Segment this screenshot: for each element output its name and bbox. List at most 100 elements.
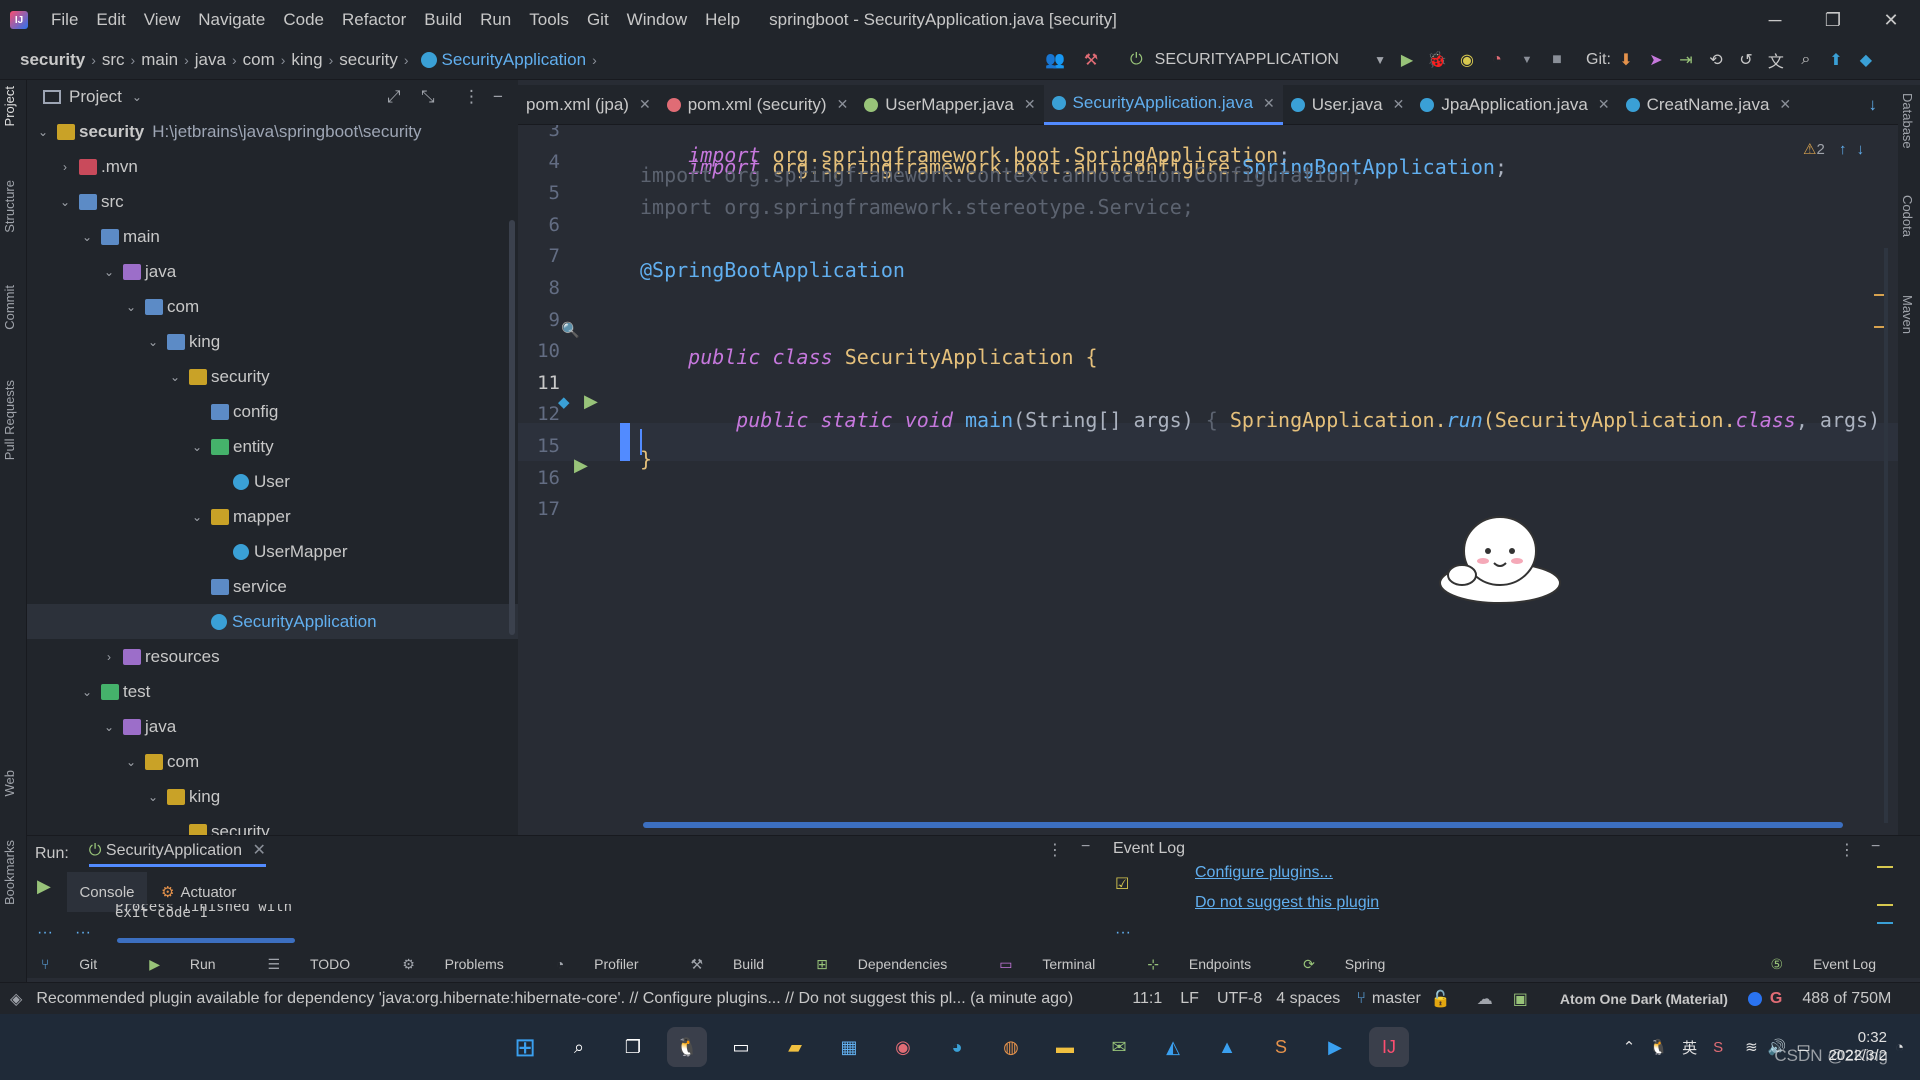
close-tab-icon[interactable]: ✕: [1393, 96, 1405, 113]
google-icon[interactable]: G: [1770, 990, 1782, 1008]
previous-highlight-icon[interactable]: ↑: [1839, 141, 1847, 158]
caret-position[interactable]: 11:1: [1132, 990, 1162, 1008]
minimize-button[interactable]: ─: [1746, 0, 1804, 40]
todo-tool-button[interactable]: ☰ TODO: [268, 956, 377, 973]
file-encoding[interactable]: UTF-8: [1217, 990, 1262, 1008]
tree-item[interactable]: ⌄ king: [27, 324, 518, 359]
menu-git[interactable]: Git: [578, 10, 618, 30]
tree-item[interactable]: ⌄ security: [27, 359, 518, 394]
profiler-icon[interactable]: ◔: [1482, 45, 1512, 75]
qq-tray-icon[interactable]: 🐧: [1649, 1038, 1668, 1056]
edge-icon[interactable]: ◕: [937, 1027, 977, 1067]
breadcrumb-item[interactable]: security: [339, 50, 398, 70]
terminal-icon[interactable]: ▭: [721, 1027, 761, 1067]
menu-navigate[interactable]: Navigate: [189, 10, 274, 30]
options-menu-icon[interactable]: ⋮: [1839, 840, 1855, 860]
editor-tab[interactable]: SecurityApplication.java ✕: [1043, 84, 1283, 125]
tree-item[interactable]: User: [27, 464, 518, 499]
more-icon[interactable]: ···: [1115, 924, 1131, 942]
menu-run[interactable]: Run: [471, 10, 520, 30]
run-class-gutter-icon[interactable]: ▶: [584, 391, 598, 412]
expand-all-icon[interactable]: ⤢: [387, 87, 401, 107]
git-update-icon[interactable]: ⬇: [1611, 45, 1641, 75]
breadcrumb-item[interactable]: main: [141, 50, 178, 70]
menu-code[interactable]: Code: [274, 10, 333, 30]
more-icon[interactable]: ···: [37, 924, 53, 942]
close-tab-icon[interactable]: ✕: [1024, 96, 1036, 113]
breadcrumb-item[interactable]: src: [102, 50, 125, 70]
tree-item[interactable]: ⌄ king: [27, 779, 518, 814]
search-icon[interactable]: ⌕: [1791, 45, 1821, 75]
memory-indicator[interactable]: 488 of 750M: [1802, 990, 1891, 1008]
chevron-icon[interactable]: ⌄: [123, 300, 139, 314]
find-usages-icon[interactable]: 🔍: [561, 321, 580, 339]
editor-tab[interactable]: UserMapper.java ✕: [856, 85, 1043, 125]
git-branch[interactable]: master: [1372, 990, 1421, 1008]
feishu-icon[interactable]: ◭: [1153, 1027, 1193, 1067]
start-button[interactable]: ⊞: [505, 1027, 545, 1067]
tree-item[interactable]: ⌄ com: [27, 289, 518, 324]
chevron-icon[interactable]: ⌄: [101, 720, 117, 734]
profiler-dropdown-icon[interactable]: ▼: [1512, 45, 1542, 75]
spring-bean-icon[interactable]: ◆: [558, 393, 570, 411]
theme-name[interactable]: Atom One Dark (Material): [1560, 991, 1728, 1007]
next-highlight-icon[interactable]: ↓: [1857, 141, 1865, 158]
inspection-profile-icon[interactable]: ☁: [1477, 989, 1493, 1009]
coverage-icon[interactable]: ◉: [1452, 45, 1482, 75]
chevron-up-icon[interactable]: ⌃: [1623, 1038, 1636, 1056]
users-icon[interactable]: 👥: [1040, 45, 1070, 75]
editor-tab[interactable]: JpaApplication.java ✕: [1412, 85, 1617, 125]
tree-item[interactable]: service: [27, 569, 518, 604]
chevron-icon[interactable]: ⌄: [79, 230, 95, 244]
close-tab-icon[interactable]: ✕: [639, 96, 651, 113]
tree-item[interactable]: › .mvn: [27, 149, 518, 184]
menu-file[interactable]: File: [42, 10, 87, 30]
menu-build[interactable]: Build: [415, 10, 471, 30]
update-icon[interactable]: ⬆: [1821, 45, 1851, 75]
tree-item[interactable]: › resources: [27, 639, 518, 674]
git-commit-icon[interactable]: ⇥: [1671, 45, 1701, 75]
terminal-tool-button[interactable]: ▭ Terminal: [999, 956, 1121, 973]
translate-icon[interactable]: 文: [1761, 45, 1791, 75]
close-icon[interactable]: ✕: [252, 842, 265, 859]
run-tool-button[interactable]: ▶ Run: [149, 956, 241, 973]
collapse-all-icon[interactable]: ⤡: [421, 87, 435, 107]
folder-icon[interactable]: ▬: [1045, 1027, 1085, 1067]
plugin-icon[interactable]: ◆: [1851, 45, 1881, 75]
editor-tab[interactable]: pom.xml (security) ✕: [659, 85, 857, 125]
tree-item[interactable]: ⌄ com: [27, 744, 518, 779]
tree-item[interactable]: UserMapper: [27, 534, 518, 569]
hide-panel-icon[interactable]: −: [493, 87, 503, 107]
file-explorer-icon[interactable]: ▰: [775, 1027, 815, 1067]
do-not-suggest-link[interactable]: Do not suggest this plugin: [1195, 894, 1379, 912]
chevron-icon[interactable]: ⌄: [35, 125, 51, 139]
editor-tab[interactable]: pom.xml (jpa) ✕: [518, 85, 659, 125]
options-menu-icon[interactable]: ⋮: [1047, 840, 1063, 860]
status-message[interactable]: Recommended plugin available for depende…: [36, 990, 1096, 1008]
menu-view[interactable]: View: [135, 10, 190, 30]
profiler-tool-button[interactable]: ◔ Profiler: [556, 956, 665, 972]
line-separator[interactable]: LF: [1180, 990, 1199, 1008]
tree-item[interactable]: ⌄ mapper: [27, 499, 518, 534]
maven-tool-button[interactable]: Maven: [1900, 295, 1915, 334]
wechat-icon[interactable]: ✉: [1099, 1027, 1139, 1067]
chevron-icon[interactable]: ⌄: [189, 440, 205, 454]
tree-item[interactable]: config: [27, 394, 518, 429]
tree-item[interactable]: ⌄ main: [27, 219, 518, 254]
project-scrollbar[interactable]: [509, 220, 515, 635]
tree-item[interactable]: ⌄ entity: [27, 429, 518, 464]
editor-vertical-scrollbar[interactable]: [1884, 248, 1888, 823]
tab-list-icon[interactable]: ↓: [1869, 95, 1878, 115]
rerun-icon[interactable]: ▶: [37, 876, 51, 897]
options-menu-icon[interactable]: ⋮: [463, 87, 480, 107]
task-view-icon[interactable]: ❐: [613, 1027, 653, 1067]
breadcrumb-item[interactable]: SecurityApplication: [442, 50, 587, 70]
run-icon[interactable]: ▶: [1392, 45, 1422, 75]
more-icon[interactable]: ···: [75, 924, 91, 942]
structure-tool-button[interactable]: Structure: [2, 180, 17, 233]
configure-plugins-link[interactable]: Configure plugins...: [1195, 864, 1333, 882]
editor-tab[interactable]: CreatName.java ✕: [1618, 85, 1800, 125]
close-tab-icon[interactable]: ✕: [1263, 95, 1275, 112]
notification-icon[interactable]: ◔: [1895, 1039, 1904, 1056]
git-push-icon[interactable]: ➤: [1641, 45, 1671, 75]
